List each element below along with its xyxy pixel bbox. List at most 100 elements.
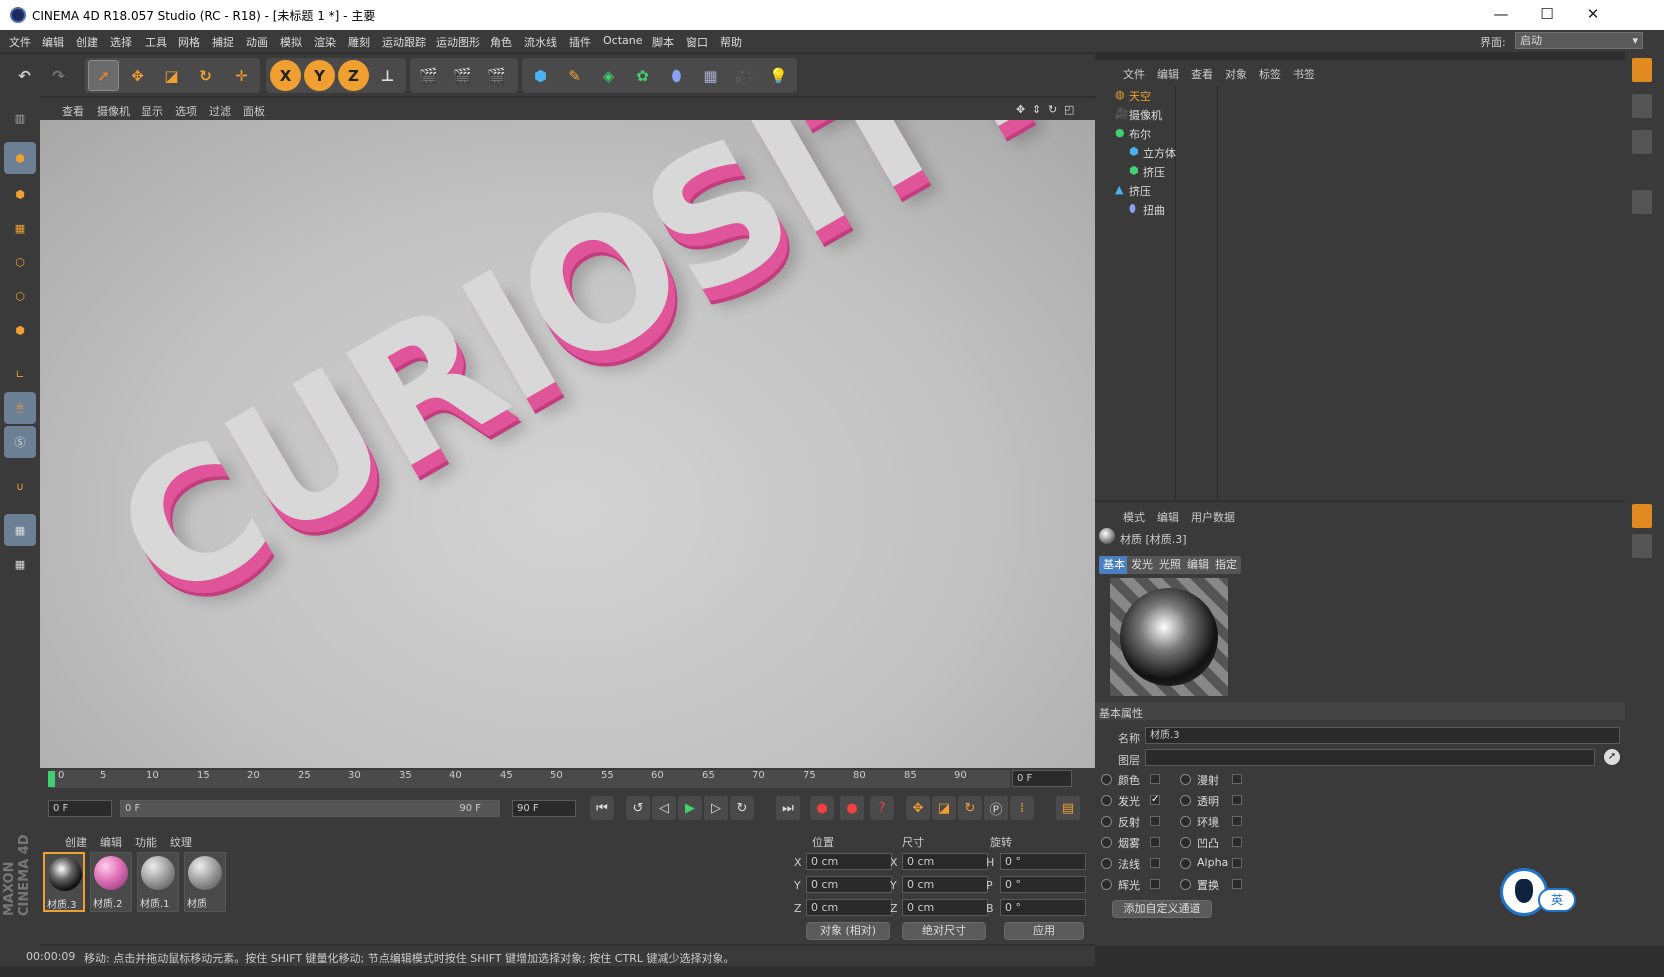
pos-z-field[interactable]: 0 cm [806, 899, 892, 916]
add-custom-channel-button[interactable]: 添加自定义通道 [1112, 900, 1212, 918]
workplane-lock-icon[interactable]: ▦ [4, 514, 36, 546]
coordinate-system-icon[interactable]: ⊥ [372, 60, 403, 91]
object-menu-edit[interactable]: 编辑 [1157, 66, 1179, 82]
layer-picker-icon[interactable]: ➚ [1604, 749, 1620, 765]
channel-checkbox[interactable] [1232, 879, 1242, 889]
viewport-menu-filter[interactable]: 过滤 [209, 103, 231, 119]
pos-x-field[interactable]: 0 cm [806, 853, 892, 870]
maximize-button[interactable]: ☐ [1524, 0, 1570, 30]
menu-script[interactable]: 脚本 [652, 34, 674, 50]
floor-icon[interactable]: ▦ [695, 60, 726, 91]
channel-checkbox[interactable] [1232, 774, 1242, 784]
viewport-canvas[interactable]: CURIOSITY [40, 120, 1095, 768]
orbit-icon[interactable]: ↻ [1048, 103, 1057, 116]
menu-file[interactable]: 文件 [9, 34, 31, 50]
axis-mode-icon[interactable]: ∟ [4, 358, 36, 390]
workplane-icon[interactable]: ▦ [4, 212, 36, 244]
auto-key-icon[interactable]: ● [840, 796, 864, 820]
object-row[interactable]: ◍ 天空 [1095, 86, 1625, 105]
undo-icon[interactable]: ↶ [9, 60, 40, 91]
channel-checkbox[interactable] [1232, 816, 1242, 826]
light-icon[interactable]: 💡 [763, 60, 794, 91]
channel-radio[interactable] [1180, 837, 1191, 848]
magnet-icon[interactable]: ∪ [4, 470, 36, 502]
cloner-icon[interactable]: ✿ [627, 60, 658, 91]
viewport-menu-options[interactable]: 选项 [175, 103, 197, 119]
object-row[interactable]: ▲ 挤压 [1095, 181, 1625, 200]
polygons-mode-icon[interactable]: ⬢ [4, 314, 36, 346]
side-tab-structure[interactable] [1632, 190, 1652, 214]
deformer-icon[interactable]: ⬮ [661, 60, 692, 91]
channel-radio[interactable] [1180, 816, 1191, 827]
menu-help[interactable]: 帮助 [720, 34, 742, 50]
object-row[interactable]: ● 布尔 [1095, 124, 1625, 143]
pen-spline-icon[interactable]: ✎ [559, 60, 590, 91]
channel-radio[interactable] [1101, 858, 1112, 869]
menu-simulate[interactable]: 模拟 [280, 34, 302, 50]
redo-icon[interactable]: ↷ [43, 60, 74, 91]
tab-assignment[interactable]: 指定 [1211, 556, 1241, 574]
material-preview-large[interactable] [1110, 578, 1228, 696]
snap-icon[interactable]: Ⓢ [4, 426, 36, 458]
channel-checkbox[interactable] [1232, 795, 1242, 805]
start-frame-field[interactable]: 0 F [48, 800, 112, 817]
side-tab-layers[interactable] [1632, 534, 1652, 558]
model-mode-icon[interactable]: ⬢ [4, 142, 36, 174]
object-row[interactable]: ⬢ 挤压 [1095, 162, 1625, 181]
select-tool-icon[interactable]: ➚ [88, 60, 119, 91]
object-menu-tags[interactable]: 标签 [1259, 66, 1281, 82]
size-y-field[interactable]: 0 cm [902, 876, 988, 893]
next-key-icon[interactable]: ↻ [730, 796, 754, 820]
menu-create[interactable]: 创建 [76, 34, 98, 50]
channel-checkbox[interactable] [1150, 837, 1160, 847]
menu-mograph[interactable]: 运动图形 [436, 34, 480, 50]
channel-radio[interactable] [1101, 879, 1112, 890]
size-z-field[interactable]: 0 cm [902, 899, 988, 916]
tab-basic[interactable]: 基本 [1099, 556, 1129, 574]
close-button[interactable]: ✕ [1570, 0, 1616, 30]
material-menu-texture[interactable]: 纹理 [170, 834, 192, 850]
menu-snap[interactable]: 捕捉 [212, 34, 234, 50]
object-menu-file[interactable]: 文件 [1123, 66, 1145, 82]
channel-radio[interactable] [1180, 879, 1191, 890]
points-mode-icon[interactable]: ⬡ [4, 246, 36, 278]
coordinate-mode-select[interactable]: 对象 (相对) [806, 922, 890, 940]
channel-radio[interactable] [1101, 795, 1112, 806]
render-view-icon[interactable]: 🎬 [413, 60, 444, 91]
size-mode-select[interactable]: 绝对尺寸 [902, 922, 986, 940]
previous-key-icon[interactable]: ↺ [626, 796, 650, 820]
timeline-window-icon[interactable]: ▤ [1056, 796, 1080, 820]
timeline-ruler[interactable]: 0 5 10 15 20 25 30 35 40 45 50 55 60 65 … [48, 770, 1010, 788]
tab-editor[interactable]: 编辑 [1183, 556, 1213, 574]
menu-character[interactable]: 角色 [490, 34, 512, 50]
channel-checkbox-checked[interactable]: ✓ [1150, 795, 1160, 805]
x-axis-icon[interactable]: X [270, 60, 301, 91]
channel-checkbox[interactable] [1232, 837, 1242, 847]
channel-checkbox[interactable] [1150, 774, 1160, 784]
menu-sculpt[interactable]: 雕刻 [348, 34, 370, 50]
object-row[interactable]: ⬢ 立方体 [1095, 143, 1625, 162]
minimize-button[interactable]: — [1478, 0, 1524, 30]
camera-icon[interactable]: 🎥 [729, 60, 760, 91]
menu-mesh[interactable]: 网格 [178, 34, 200, 50]
playhead[interactable] [48, 771, 55, 787]
end-frame-field[interactable]: 90 F [512, 800, 576, 817]
render-settings-icon[interactable]: 🎬 [481, 60, 512, 91]
side-tab-content-browser[interactable] [1632, 130, 1652, 154]
planar-workplane-icon[interactable]: ▦ [4, 548, 36, 580]
attr-menu-mode[interactable]: 模式 [1123, 509, 1145, 525]
object-menu-objects[interactable]: 对象 [1225, 66, 1247, 82]
channel-radio[interactable] [1101, 816, 1112, 827]
object-row[interactable]: 🎥 摄像机 [1095, 105, 1625, 124]
rot-b-field[interactable]: 0 ° [1000, 899, 1086, 916]
range-slider[interactable]: 0 F 90 F [120, 800, 500, 817]
channel-radio[interactable] [1180, 858, 1191, 869]
channel-radio[interactable] [1101, 774, 1112, 785]
play-icon[interactable]: ▶ [678, 796, 702, 820]
render-picture-viewer-icon[interactable]: 🎬 [447, 60, 478, 91]
next-frame-icon[interactable]: ▷ [704, 796, 728, 820]
side-tab-objects[interactable] [1632, 58, 1652, 82]
channel-radio[interactable] [1101, 837, 1112, 848]
viewport-menu-display[interactable]: 显示 [141, 103, 163, 119]
go-to-start-icon[interactable]: ⏮ [590, 796, 614, 820]
